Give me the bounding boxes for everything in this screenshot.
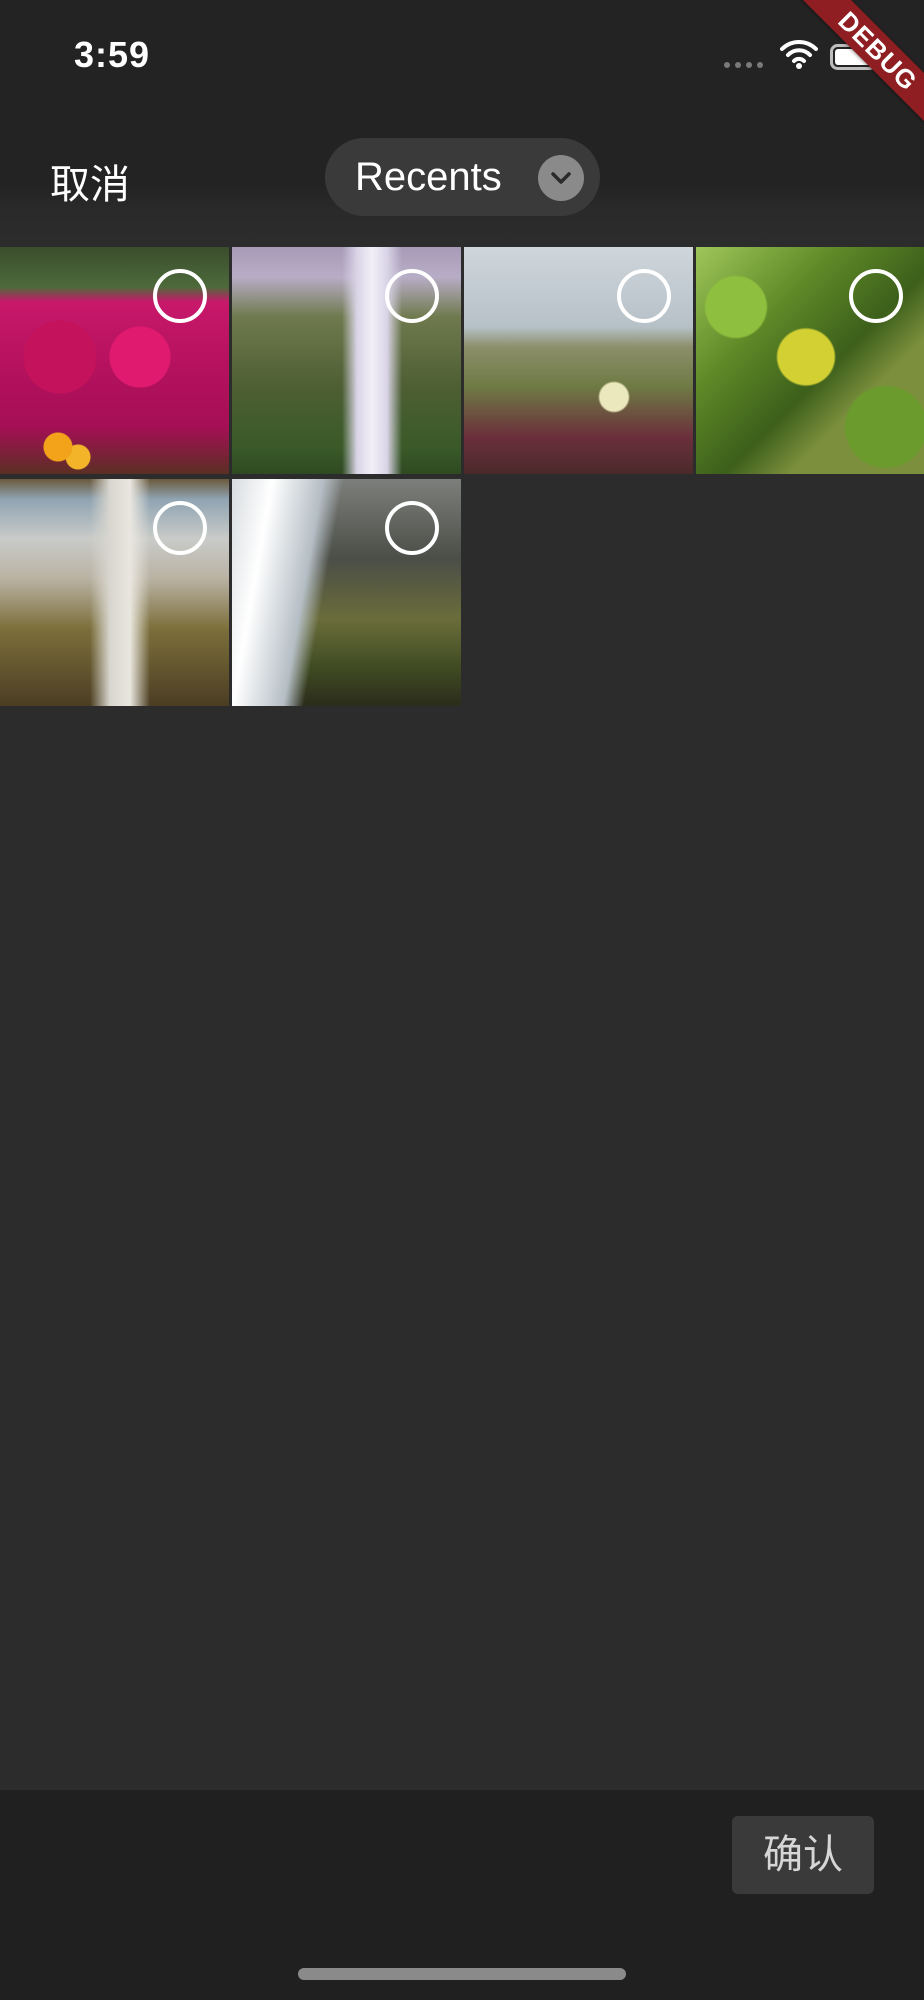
top-bar: 3:59 DEBUG 取消 Recents xyxy=(0,0,924,246)
select-circle-icon[interactable] xyxy=(153,501,207,555)
home-indicator[interactable] xyxy=(298,1968,626,1980)
status-time: 3:59 xyxy=(74,34,151,75)
cancel-button[interactable]: 取消 xyxy=(50,152,130,210)
select-circle-icon[interactable] xyxy=(617,269,671,323)
select-circle-icon[interactable] xyxy=(385,269,439,323)
photo-tile-coastal-waterfall[interactable] xyxy=(0,479,229,706)
photo-tile-grass[interactable] xyxy=(464,247,693,474)
signal-dots-icon xyxy=(724,62,763,68)
select-circle-icon[interactable] xyxy=(849,269,903,323)
photo-tile-flowers[interactable] xyxy=(0,247,229,474)
album-label: Recents xyxy=(355,154,502,199)
select-circle-icon[interactable] xyxy=(385,501,439,555)
photo-tile-cascade[interactable] xyxy=(232,479,461,706)
photo-picker-screen: 3:59 DEBUG 取消 Recents 确认 xyxy=(0,0,924,2000)
chevron-down-icon xyxy=(538,155,584,201)
photo-tile-waterfall[interactable] xyxy=(232,247,461,474)
photo-tile-leaves[interactable] xyxy=(696,247,924,474)
album-selector[interactable]: Recents xyxy=(325,138,600,216)
confirm-button[interactable]: 确认 xyxy=(732,1816,874,1894)
select-circle-icon[interactable] xyxy=(153,269,207,323)
wifi-icon xyxy=(780,39,818,69)
